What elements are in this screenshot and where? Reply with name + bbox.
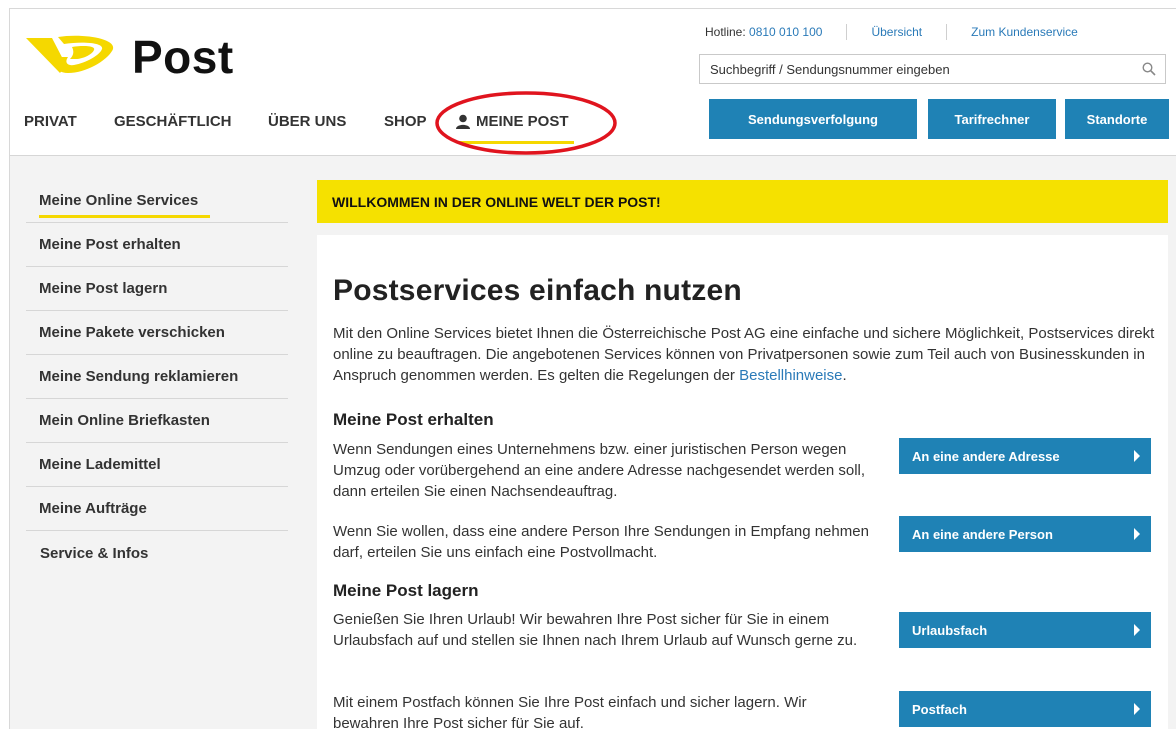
section-heading-post-lagern: Meine Post lagern: [333, 581, 479, 600]
sidebar-item-lademittel[interactable]: Meine Lademittel: [26, 443, 288, 487]
nav-shop[interactable]: SHOP: [384, 113, 427, 130]
locations-button[interactable]: Standorte: [1065, 99, 1169, 139]
search-box: [699, 54, 1166, 84]
button-label: An eine andere Person: [912, 526, 1053, 542]
user-icon: [456, 114, 470, 129]
nav-ueber-uns[interactable]: ÜBER UNS: [268, 113, 346, 130]
divider: [946, 24, 948, 40]
sidebar-item-service-infos[interactable]: Service & Infos: [26, 531, 288, 575]
search-icon[interactable]: [1142, 62, 1156, 81]
service-description: Mit einem Postfach können Sie Ihre Post …: [333, 694, 807, 729]
sidebar-item-label: Meine Post lagern: [39, 280, 168, 297]
page-title: Postservices einfach nutzen: [333, 274, 742, 307]
post-horn-icon: [26, 35, 114, 73]
active-nav-underline: [458, 141, 574, 144]
browser-page: Post Hotline: 0810 010 100 Übersicht Zum…: [9, 8, 1176, 729]
sidebar-item-sendung-reklamieren[interactable]: Meine Sendung reklamieren: [26, 355, 288, 399]
chevron-right-icon: [1134, 624, 1140, 636]
sidebar-item-label: Meine Lademittel: [39, 456, 161, 473]
welcome-banner: WILLKOMMEN IN DER ONLINE WELT DER POST!: [317, 180, 1168, 223]
sidebar-item-online-services[interactable]: Meine Online Services: [26, 179, 288, 223]
sidebar-item-post-lagern[interactable]: Meine Post lagern: [26, 267, 288, 311]
hotline: Hotline: 0810 010 100: [705, 25, 822, 39]
chevron-right-icon: [1134, 703, 1140, 715]
tariff-calculator-button[interactable]: Tarifrechner: [928, 99, 1056, 139]
tracking-button[interactable]: Sendungsverfolgung: [709, 99, 917, 139]
forward-address-button[interactable]: An eine andere Adresse: [899, 438, 1151, 474]
sidebar-item-label: Service & Infos: [40, 544, 149, 562]
nav-meine-post[interactable]: MEINE POST: [455, 113, 569, 130]
order-notes-link[interactable]: Bestellhinweise: [739, 367, 842, 384]
button-label: Postfach: [912, 701, 967, 717]
sidebar-item-label: Meine Pakete verschicken: [39, 324, 225, 341]
section-heading-post-erhalten: Meine Post erhalten: [333, 410, 494, 429]
top-links: Hotline: 0810 010 100 Übersicht Zum Kund…: [705, 24, 1078, 40]
button-label: An eine andere Adresse: [912, 448, 1060, 464]
post-logo[interactable]: Post: [24, 31, 234, 83]
hotline-label: Hotline:: [705, 25, 750, 39]
other-person-button[interactable]: An eine andere Person: [899, 516, 1151, 552]
main-content: Postservices einfach nutzen Mit den Onli…: [317, 235, 1168, 729]
button-label: Urlaubsfach: [912, 622, 988, 638]
sidebar-item-label: Meine Post erhalten: [39, 236, 181, 253]
nav-meine-post-label: MEINE POST: [476, 113, 569, 130]
sidebar-item-post-erhalten[interactable]: Meine Post erhalten: [26, 223, 288, 267]
nav-privat[interactable]: PRIVAT: [24, 113, 77, 130]
intro-text: Mit den Online Services bietet Ihnen die…: [333, 323, 1163, 386]
service-description: Genießen Sie Ihren Urlaub! Wir bewahren …: [333, 611, 858, 649]
sidebar-item-pakete-verschicken[interactable]: Meine Pakete verschicken: [26, 311, 288, 355]
sidebar-item-label: Meine Aufträge: [39, 500, 147, 517]
intro-text-end: .: [842, 367, 847, 384]
service-description: Wenn Sendungen eines Unternehmens bzw. e…: [333, 441, 866, 500]
divider: [846, 24, 848, 40]
hotline-number-link[interactable]: 0810 010 100: [749, 25, 822, 39]
sidebar-item-label: Mein Online Briefkasten: [39, 412, 210, 429]
sidebar-item-online-briefkasten[interactable]: Mein Online Briefkasten: [26, 399, 288, 443]
active-sidebar-underline: [39, 215, 210, 218]
nav-geschaeftlich[interactable]: GESCHÄFTLICH: [114, 113, 232, 130]
search-input[interactable]: [700, 55, 1140, 83]
logo-wordmark: Post: [132, 31, 234, 83]
customer-service-link[interactable]: Zum Kundenservice: [971, 25, 1078, 39]
vacation-box-button[interactable]: Urlaubsfach: [899, 612, 1151, 648]
chevron-right-icon: [1134, 528, 1140, 540]
sidebar-item-label: Meine Online Services: [39, 192, 199, 209]
service-description: Wenn Sie wollen, dass eine andere Person…: [333, 523, 869, 561]
overview-link[interactable]: Übersicht: [871, 25, 922, 39]
chevron-right-icon: [1134, 450, 1140, 462]
po-box-button[interactable]: Postfach: [899, 691, 1151, 727]
sidebar-item-auftraege[interactable]: Meine Aufträge: [26, 487, 288, 531]
sidebar-item-label: Meine Sendung reklamieren: [39, 368, 239, 385]
site-header: Post Hotline: 0810 010 100 Übersicht Zum…: [10, 9, 1176, 156]
sidebar: Meine Online Services Meine Post erhalte…: [26, 179, 288, 575]
